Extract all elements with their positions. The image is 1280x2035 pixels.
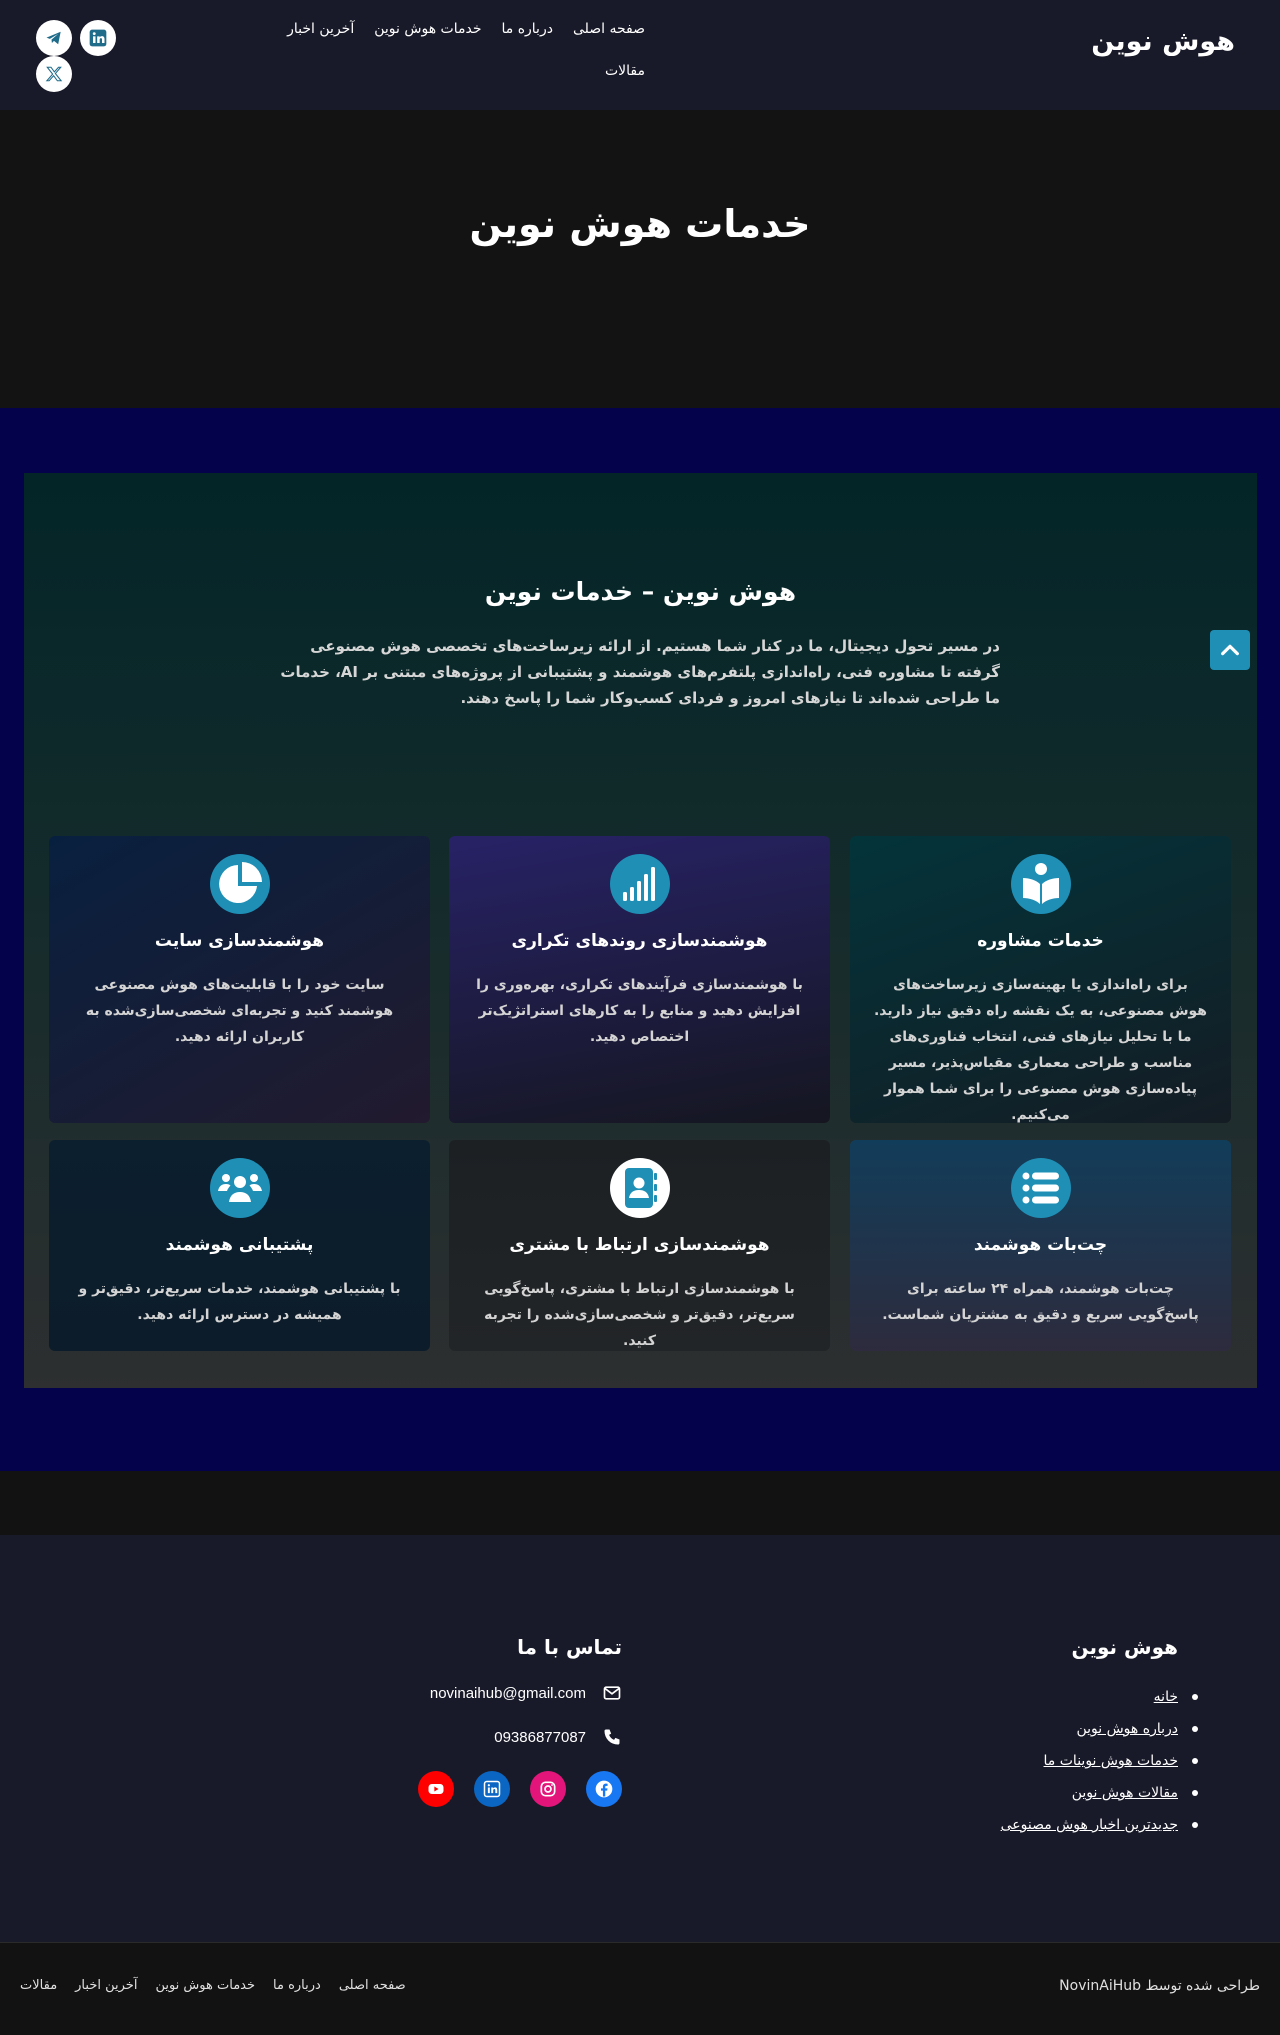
footer-link-item: خانه <box>1001 1681 1199 1713</box>
card-text: با پشتیبانی هوشمند، خدمات سریع‌تر، دقیق‌… <box>78 1281 401 1323</box>
linkedin-icon[interactable] <box>474 1771 510 1807</box>
service-card-website: هوشمندسازی سایت سایت خود را با قابلیت‌ها… <box>49 836 430 1123</box>
services-intro: در مسیر تحول دیجیتال، ما در کنار شما هست… <box>280 637 1000 707</box>
footer-link-item: مقالات هوش نوین <box>1001 1777 1199 1809</box>
footer-spacer <box>0 1471 1280 1535</box>
card-title: هوشمندسازی روندهای تکراری <box>511 931 768 951</box>
nav-articles[interactable]: مقالات <box>605 60 645 82</box>
bottom-nav-articles[interactable]: مقالات <box>20 1978 57 1993</box>
footer-link-articles[interactable]: مقالات هوش نوین <box>1072 1785 1178 1801</box>
bottom-nav-about[interactable]: درباره ما <box>273 1978 321 1993</box>
users-icon <box>209 1158 270 1218</box>
card-title: هوشمندسازی سایت <box>154 931 325 951</box>
contact-email-row: novinaihub@gmail.com <box>430 1683 622 1703</box>
address-book-icon <box>609 1158 670 1218</box>
card-text: با هوشمندسازی ارتباط با مشتری، پاسخ‌گویی… <box>484 1281 795 1349</box>
footer-link-about[interactable]: درباره هوش نوین <box>1076 1721 1178 1737</box>
page-hero: خدمات هوش نوین <box>0 110 1280 408</box>
design-credit: طراحی شده توسط NovinAiHub <box>1059 1978 1260 1994</box>
services-panel: هوش نوین – خدمات نوین در مسیر تحول دیجیت… <box>24 473 1257 1388</box>
footer-link-item: جدیدترین اخبار هوش مصنوعی <box>1001 1809 1199 1841</box>
telegram-icon[interactable] <box>36 20 72 56</box>
nav-services[interactable]: خدمات هوش نوین <box>374 18 481 40</box>
envelope-icon <box>603 1686 621 1700</box>
site-footer: هوش نوین خانه درباره هوش نوین خدمات هوش … <box>0 1535 1280 1942</box>
site-logo[interactable]: هوش نوین <box>1091 26 1235 57</box>
main-nav: صفحه اصلی درباره ما خدمات هوش نوین آخرین… <box>225 18 645 82</box>
signal-bars-icon <box>609 854 670 914</box>
card-text: چت‌بات هوشمند، همراه ۲۴ ساعته برای پاسخ‌… <box>882 1281 1199 1323</box>
bottom-nav-home[interactable]: صفحه اصلی <box>339 1978 406 1993</box>
service-card-support: پشتیبانی هوشمند با پشتیبانی هوشمند، خدما… <box>49 1140 430 1351</box>
contact-phone[interactable]: 09386877087 <box>494 1729 586 1746</box>
footer-link-item: درباره هوش نوین <box>1001 1713 1199 1745</box>
nav-about[interactable]: درباره ما <box>501 18 552 40</box>
nav-home[interactable]: صفحه اصلی <box>573 18 645 40</box>
service-card-automation: هوشمندسازی روندهای تکراری با هوشمندسازی … <box>449 836 830 1123</box>
services-title: هوش نوین – خدمات نوین <box>484 577 797 606</box>
bottom-bar: طراحی شده توسط NovinAiHub مقالات آخرین ا… <box>0 1942 1280 2035</box>
contact-phone-row: 09386877087 <box>494 1727 622 1747</box>
footer-link-home[interactable]: خانه <box>1154 1689 1178 1705</box>
card-title: هوشمندسازی ارتباط با مشتری <box>509 1235 770 1255</box>
card-title: چت‌بات هوشمند <box>973 1235 1108 1255</box>
scroll-to-top-button[interactable] <box>1210 630 1250 670</box>
bottom-nav-services[interactable]: خدمات هوش نوین <box>155 1978 255 1993</box>
phone-icon <box>604 1729 620 1745</box>
chevron-up-icon <box>1221 644 1239 656</box>
instagram-icon[interactable] <box>530 1771 566 1807</box>
contact-email[interactable]: novinaihub@gmail.com <box>430 1685 586 1702</box>
list-icon <box>1010 1158 1071 1218</box>
card-title: خدمات مشاوره <box>977 931 1104 951</box>
footer-social-links <box>418 1771 622 1807</box>
footer-link-item: خدمات هوش نوینات ما <box>1001 1745 1199 1777</box>
x-twitter-icon[interactable] <box>36 56 72 92</box>
bottom-nav-news[interactable]: آخرین اخبار <box>75 1978 137 1993</box>
site-header: هوش نوین صفحه اصلی درباره ما خدمات هوش ن… <box>0 0 1280 110</box>
card-text: با هوشمندسازی فرآیندهای تکراری، بهره‌وری… <box>476 977 803 1045</box>
contact-title: تماس با ما <box>517 1635 622 1659</box>
footer-links: خانه درباره هوش نوین خدمات هوش نوینات ما… <box>1001 1681 1199 1841</box>
pie-chart-icon <box>209 854 270 914</box>
bottom-nav: مقالات آخرین اخبار خدمات هوش نوین درباره… <box>20 1978 406 1993</box>
header-social-links <box>36 20 118 92</box>
youtube-icon[interactable] <box>418 1771 454 1807</box>
nav-news[interactable]: آخرین اخبار <box>287 18 354 40</box>
linkedin-icon[interactable] <box>80 20 116 56</box>
footer-link-services[interactable]: خدمات هوش نوینات ما <box>1044 1753 1178 1769</box>
card-title: پشتیبانی هوشمند <box>165 1235 314 1255</box>
card-text: برای راه‌اندازی یا بهینه‌سازی زیرساخت‌ها… <box>873 977 1207 1123</box>
service-card-consulting: خدمات مشاوره برای راه‌اندازی یا بهینه‌سا… <box>850 836 1231 1123</box>
page-title: خدمات هوش نوین <box>469 202 811 246</box>
services-section: هوش نوین – خدمات نوین در مسیر تحول دیجیت… <box>0 408 1280 1471</box>
facebook-icon[interactable] <box>586 1771 622 1807</box>
card-text: سایت خود را با قابلیت‌های هوش مصنوعی هوش… <box>85 977 394 1045</box>
service-card-crm: هوشمندسازی ارتباط با مشتری با هوشمندسازی… <box>449 1140 830 1351</box>
footer-brand: هوش نوین <box>1071 1635 1178 1659</box>
service-card-chatbot: چت‌بات هوشمند چت‌بات هوشمند، همراه ۲۴ سا… <box>850 1140 1231 1351</box>
footer-link-news[interactable]: جدیدترین اخبار هوش مصنوعی <box>1001 1817 1178 1833</box>
book-reader-icon <box>1010 854 1071 914</box>
